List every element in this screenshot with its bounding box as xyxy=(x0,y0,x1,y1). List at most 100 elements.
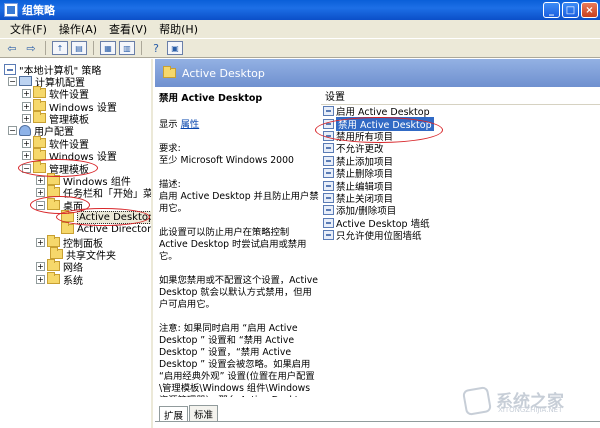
expand-icon[interactable]: + xyxy=(22,138,31,148)
expand-icon[interactable]: + xyxy=(22,150,31,160)
toolbar-separator xyxy=(45,41,46,55)
folder-icon xyxy=(33,99,46,111)
show-hide-tree-icon[interactable]: ▤ xyxy=(71,41,87,55)
app-icon xyxy=(4,3,18,17)
menu-action[interactable]: 操作(A) xyxy=(53,21,103,37)
tree-active-desktop[interactable]: Active Desktop xyxy=(61,210,151,224)
expand-icon[interactable]: + xyxy=(36,187,45,197)
close-button[interactable]: × xyxy=(581,2,598,18)
folder-icon xyxy=(47,259,60,271)
tree-shared-folders[interactable]: 共享文件夹 xyxy=(50,247,116,262)
expand-icon[interactable]: + xyxy=(36,237,45,247)
folder-icon xyxy=(47,173,60,185)
tree-taskbar[interactable]: + 任务栏和「开始」菜 xyxy=(36,185,151,200)
description-note: 注意: 如果同时启用 “启用 Active Desktop ” 设置和 “禁用 … xyxy=(159,323,315,397)
folder-icon xyxy=(61,222,74,234)
up-folder-icon[interactable]: ↑ xyxy=(52,41,68,55)
setting-row[interactable]: 禁止添加项目 xyxy=(321,155,600,168)
column-header-setting[interactable]: 设置 xyxy=(321,91,600,105)
description-title: 禁用 Active Desktop xyxy=(159,93,263,104)
menu-view[interactable]: 查看(V) xyxy=(103,21,153,37)
properties-icon[interactable]: ▦ xyxy=(100,41,116,55)
folder-icon xyxy=(47,235,60,247)
show-properties-line: 显示 属性 xyxy=(159,119,319,131)
tree-label: Active Director xyxy=(77,223,152,235)
user-icon xyxy=(19,124,31,136)
description-text: 启用 Active Desktop 并且防止用户禁用它。 xyxy=(159,191,319,214)
policy-setting-icon xyxy=(323,106,334,117)
tree-uc-windows[interactable]: + Windows 设置 xyxy=(22,148,117,163)
description-block: 描述: 启用 Active Desktop 并且防止用户禁用它。 xyxy=(159,179,319,215)
collapse-icon[interactable]: − xyxy=(8,76,17,86)
setting-row[interactable]: 添加/删除项目 xyxy=(321,204,600,217)
description-text: 此设置可以防止用户在策略控制 Active Desktop 时尝试启用或禁用它。 xyxy=(159,227,307,262)
help-icon[interactable]: ? xyxy=(148,41,164,55)
window-title: 组策略 xyxy=(22,4,55,17)
maximize-button[interactable]: □ xyxy=(562,2,579,18)
view-tabs: 扩展 标准 xyxy=(155,404,219,422)
policy-setting-icon xyxy=(323,143,334,154)
setting-row[interactable]: 启用 Active Desktop xyxy=(321,105,600,118)
settings-rows: 启用 Active Desktop 禁用 Active Desktop 禁用所有项目… xyxy=(321,105,600,243)
tree-cc-software[interactable]: + 软件设置 xyxy=(22,86,89,101)
setting-row[interactable]: 禁止关闭项目 xyxy=(321,192,600,205)
requirements: 要求: 至少 Microsoft Windows 2000 xyxy=(159,143,319,167)
setting-row[interactable]: 禁用 Active Desktop xyxy=(321,116,600,131)
setting-row[interactable]: 不允许更改 xyxy=(321,142,600,155)
tab-extended[interactable]: 扩展 xyxy=(159,406,189,422)
watermark: 系统之家 XITONGZHIJIA.NET xyxy=(460,384,590,418)
folder-icon xyxy=(33,136,46,148)
description-panel: 禁用 Active Desktop 显示 属性 要求: 至少 Microsoft… xyxy=(159,93,319,397)
setting-row[interactable]: Active Desktop 墙纸 xyxy=(321,217,600,230)
tab-standard[interactable]: 标准 xyxy=(189,405,219,422)
setting-label: 只允许使用位图墙纸 xyxy=(336,231,422,243)
toolbar-separator xyxy=(141,41,142,55)
folder-open-icon xyxy=(61,210,74,222)
minimize-button[interactable]: _ xyxy=(543,2,560,18)
folder-icon xyxy=(47,185,60,197)
setting-row[interactable]: 禁止删除项目 xyxy=(321,167,600,180)
tree-label: 系统 xyxy=(63,275,83,287)
requirements-value: 至少 Microsoft Windows 2000 xyxy=(159,155,294,166)
folder-icon xyxy=(33,111,46,123)
extended-view-icon[interactable]: ▣ xyxy=(167,41,183,55)
collapse-icon[interactable]: − xyxy=(8,125,17,135)
expand-icon[interactable]: + xyxy=(36,274,45,284)
tree-desktop[interactable]: − 桌面 xyxy=(36,198,83,213)
folder-icon xyxy=(47,272,60,284)
forward-arrow-icon[interactable]: ⇨ xyxy=(23,41,39,55)
expand-icon[interactable]: + xyxy=(22,101,31,111)
expand-icon[interactable]: + xyxy=(36,261,45,271)
menu-bar: 文件(F) 操作(A) 查看(V) 帮助(H) xyxy=(0,20,600,38)
tree-user-config[interactable]: − 用户配置 xyxy=(8,124,74,138)
details-pane: Active Desktop 禁用 Active Desktop 显示 属性 要… xyxy=(155,59,600,428)
show-label: 显示 xyxy=(159,119,178,130)
folder-icon xyxy=(33,86,46,98)
menu-help[interactable]: 帮助(H) xyxy=(153,21,204,37)
policy-setting-icon xyxy=(323,230,334,241)
collapse-icon[interactable]: − xyxy=(22,163,31,173)
title-bar: 组策略 _ □ × xyxy=(0,0,600,20)
policy-tree: "本地计算机" 策略 − 计算机配置 + 软件设置 + Windows 设置 +… xyxy=(0,59,153,428)
details-header-title: Active Desktop xyxy=(182,66,265,80)
policy-setting-icon xyxy=(323,192,334,203)
details-header: Active Desktop xyxy=(155,59,600,87)
expand-icon[interactable]: + xyxy=(22,88,31,98)
expand-icon[interactable]: + xyxy=(22,113,31,123)
menu-file[interactable]: 文件(F) xyxy=(4,21,53,37)
tree-system[interactable]: + 系统 xyxy=(36,272,83,287)
back-arrow-icon[interactable]: ⇦ xyxy=(4,41,20,55)
tree-active-directory[interactable]: Active Director xyxy=(61,222,152,235)
expand-icon[interactable]: + xyxy=(36,175,45,185)
setting-row[interactable]: 禁用所有项目 xyxy=(321,130,600,143)
setting-row[interactable]: 禁止编辑项目 xyxy=(321,179,600,193)
policy-icon xyxy=(4,63,16,75)
tab-baseline xyxy=(155,421,600,422)
setting-row[interactable]: 只允许使用位图墙纸 xyxy=(321,229,600,243)
tree-network[interactable]: + 网络 xyxy=(36,259,83,274)
policy-setting-icon xyxy=(323,205,334,216)
computer-icon xyxy=(19,76,32,86)
export-list-icon[interactable]: ▥ xyxy=(119,41,135,55)
collapse-icon[interactable]: − xyxy=(36,200,45,210)
properties-link[interactable]: 属性 xyxy=(181,119,200,130)
